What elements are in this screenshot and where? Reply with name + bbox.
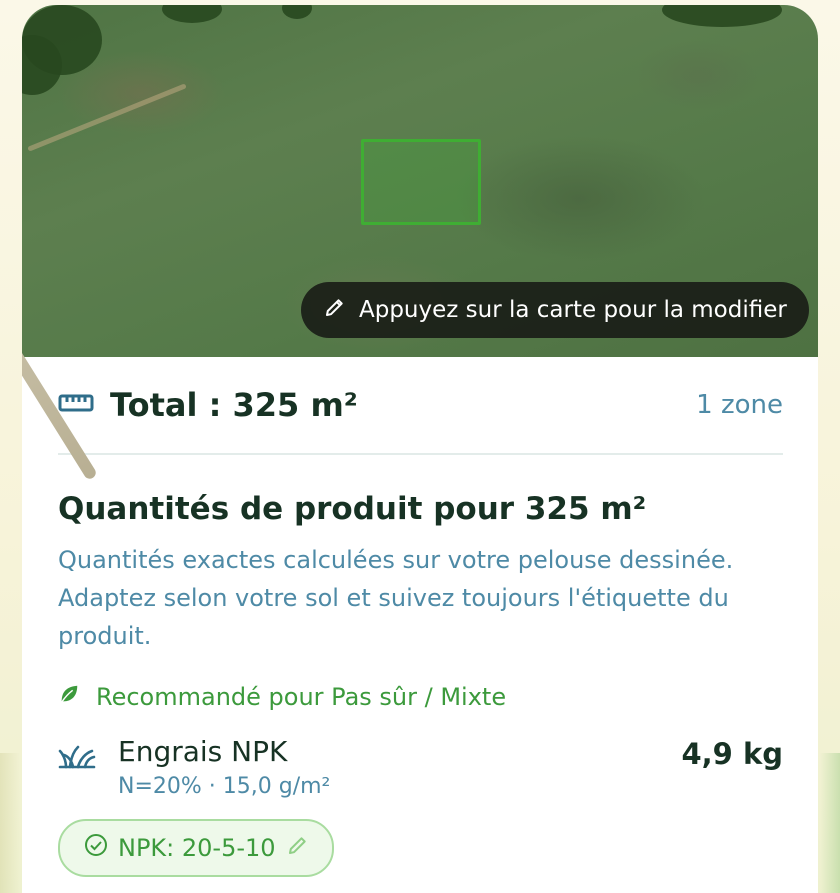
product-quantity: 4,9 kg xyxy=(681,737,783,771)
quantities-title: Quantités de produit pour 325 m² xyxy=(58,491,647,527)
map-trail xyxy=(27,83,187,152)
npk-chip[interactable]: NPK: 20-5-10 xyxy=(58,819,334,877)
npk-chip-label: NPK: 20-5-10 xyxy=(118,834,276,862)
tree xyxy=(162,5,222,23)
background-decoration-right xyxy=(820,753,840,893)
quantities-description: Quantités exactes calculées sur votre pe… xyxy=(58,546,734,650)
recommendation-label: Recommandé pour Pas sûr / Mixte xyxy=(96,683,507,711)
total-area: Total : 325 m² xyxy=(110,386,358,424)
check-circle-icon xyxy=(84,833,108,863)
product-detail: N=20% · 15,0 g/m² xyxy=(118,774,331,799)
background-decoration-left xyxy=(0,753,20,893)
tree xyxy=(662,5,782,27)
ruler-icon xyxy=(58,392,94,418)
satellite-map[interactable]: Appuyez sur la carte pour la modifier xyxy=(22,5,818,481)
lawn-card: Appuyez sur la carte pour la modifier To… xyxy=(22,5,818,893)
zone-count[interactable]: 1 zone xyxy=(696,390,783,420)
pencil-icon xyxy=(323,295,347,325)
leaf-icon xyxy=(58,683,80,711)
edit-map-hint[interactable]: Appuyez sur la carte pour la modifier xyxy=(301,282,809,338)
grass-icon xyxy=(58,735,96,799)
drawn-lawn-zone[interactable] xyxy=(361,139,481,225)
product-name: Engrais NPK xyxy=(118,735,288,768)
total-area-row: Total : 325 m² 1 zone xyxy=(58,357,783,455)
tree xyxy=(282,5,312,19)
product-row: Engrais NPK N=20% · 15,0 g/m² 4,9 kg xyxy=(58,735,783,799)
edit-map-hint-label: Appuyez sur la carte pour la modifier xyxy=(359,297,787,323)
recommendation: Recommandé pour Pas sûr / Mixte xyxy=(58,683,783,711)
pencil-icon xyxy=(286,833,310,863)
